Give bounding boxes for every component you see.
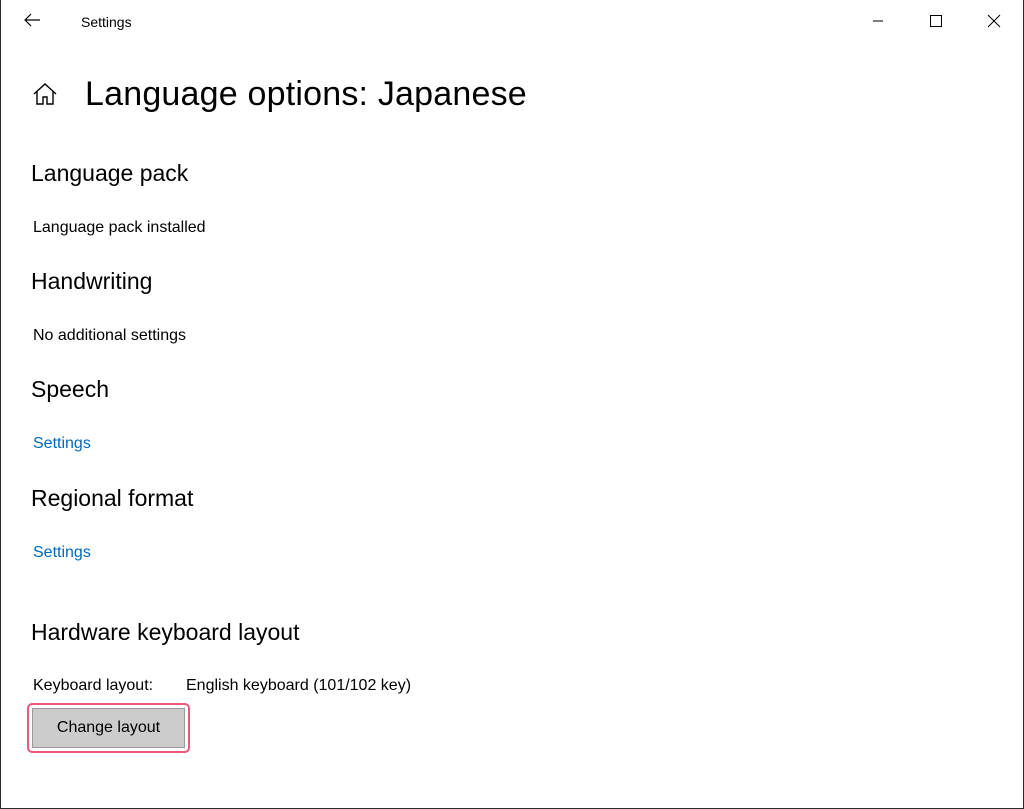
page-header: Language options: Japanese xyxy=(31,72,527,116)
page-title: Language options: Japanese xyxy=(85,74,527,113)
keyboard-layout-label: Keyboard layout: xyxy=(33,677,154,694)
language-pack-heading: Language pack xyxy=(31,160,189,186)
keyboard-layout-value: English keyboard (101/102 key) xyxy=(186,677,412,694)
hardware-keyboard-heading: Hardware keyboard layout xyxy=(31,619,300,645)
maximize-button[interactable] xyxy=(907,0,965,46)
close-button[interactable] xyxy=(965,0,1023,46)
speech-settings-link[interactable]: Settings xyxy=(33,435,91,453)
regional-format-settings-link[interactable]: Settings xyxy=(33,544,91,562)
minimize-button[interactable] xyxy=(849,0,907,46)
title-bar: Settings xyxy=(1,0,1023,46)
handwriting-heading: Handwriting xyxy=(31,268,153,294)
home-icon[interactable] xyxy=(31,80,59,108)
regional-format-heading: Regional format xyxy=(31,485,194,511)
minimize-icon xyxy=(872,14,884,32)
back-button[interactable] xyxy=(13,7,51,37)
change-layout-highlight: Change layout xyxy=(27,703,190,753)
arrow-left-icon xyxy=(23,13,41,32)
window-title: Settings xyxy=(81,14,132,30)
keyboard-layout-row: Keyboard layout: English keyboard (101/1… xyxy=(33,677,411,695)
maximize-icon xyxy=(929,14,943,33)
change-layout-button[interactable]: Change layout xyxy=(32,708,185,748)
speech-heading: Speech xyxy=(31,376,110,402)
handwriting-status: No additional settings xyxy=(33,327,186,344)
close-icon xyxy=(987,14,1001,33)
settings-window: Settings Language options: Japanese Lang… xyxy=(0,0,1024,809)
language-pack-status: Language pack installed xyxy=(33,219,206,236)
